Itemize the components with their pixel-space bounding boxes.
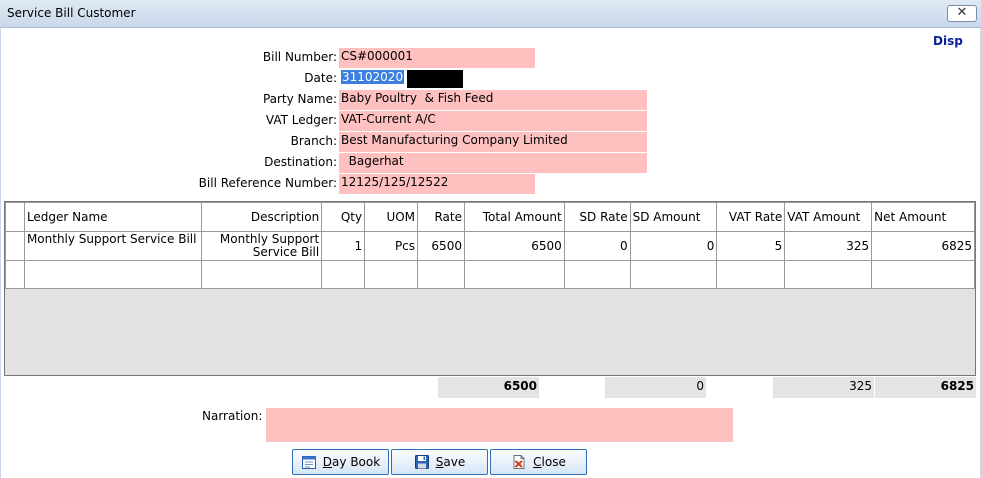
empty-cell[interactable] bbox=[784, 260, 873, 289]
row-header-cell[interactable] bbox=[5, 260, 25, 289]
empty-cell[interactable] bbox=[364, 260, 419, 289]
empty-cell[interactable] bbox=[871, 260, 975, 289]
row-header-cell bbox=[5, 202, 25, 232]
destination-field[interactable]: Bagerhat bbox=[339, 153, 647, 173]
save-label: Save bbox=[435, 455, 466, 469]
row-header-cell[interactable] bbox=[5, 231, 25, 261]
col-rate[interactable]: Rate bbox=[417, 202, 465, 232]
cell-sd-amount[interactable]: 0 bbox=[629, 231, 718, 261]
empty-cell[interactable] bbox=[629, 260, 718, 289]
col-net-amount[interactable]: Net Amount bbox=[871, 202, 975, 232]
close-button[interactable]: Close bbox=[490, 449, 587, 475]
empty-cell[interactable] bbox=[563, 260, 631, 289]
empty-cell[interactable] bbox=[417, 260, 465, 289]
table-row-empty[interactable] bbox=[5, 260, 975, 289]
window-close-button[interactable]: ✕ bbox=[947, 5, 977, 22]
col-ledger-name[interactable]: Ledger Name bbox=[23, 202, 203, 232]
branch-field[interactable]: Best Manufacturing Company Limited bbox=[339, 132, 647, 152]
cell-rate[interactable]: 6500 bbox=[417, 231, 465, 261]
window-title: Service Bill Customer bbox=[7, 6, 136, 20]
col-vat-rate[interactable]: VAT Rate bbox=[716, 202, 786, 232]
net-amount-sum: 6825 bbox=[875, 377, 976, 398]
empty-cell[interactable] bbox=[321, 260, 366, 289]
bill-reference-field[interactable]: 12125/125/12522 bbox=[339, 174, 535, 194]
bill-number-label: Bill Number: bbox=[262, 50, 337, 64]
date-picker-area[interactable] bbox=[407, 70, 463, 88]
cell-net-amount[interactable]: 6825 bbox=[871, 231, 975, 261]
vat-ledger-label: VAT Ledger: bbox=[265, 113, 337, 127]
date-label: Date: bbox=[304, 71, 337, 85]
cell-vat-amount[interactable]: 325 bbox=[784, 231, 873, 261]
col-total-amount[interactable]: Total Amount bbox=[463, 202, 565, 232]
vat-amount-sum: 325 bbox=[773, 377, 874, 398]
narration-field[interactable] bbox=[266, 408, 733, 442]
branch-label: Branch: bbox=[290, 134, 337, 148]
day-book-label: Day Book bbox=[322, 455, 381, 469]
total-amount-sum: 6500 bbox=[438, 377, 539, 398]
col-qty[interactable]: Qty bbox=[321, 202, 366, 232]
sd-amount-sum: 0 bbox=[605, 377, 706, 398]
disp-label: Disp bbox=[933, 34, 963, 48]
narration-label: Narration: bbox=[202, 409, 263, 423]
empty-cell[interactable] bbox=[463, 260, 565, 289]
bill-items-grid[interactable]: Ledger Name Description Qty UOM Rate Tot… bbox=[4, 201, 976, 376]
empty-cell[interactable] bbox=[716, 260, 786, 289]
close-document-icon bbox=[511, 454, 527, 470]
cell-uom[interactable]: Pcs bbox=[364, 231, 419, 261]
day-book-button[interactable]: Day Book bbox=[292, 449, 389, 475]
close-label: Close bbox=[533, 455, 566, 469]
destination-label: Destination: bbox=[264, 155, 337, 169]
col-description[interactable]: Description bbox=[201, 202, 323, 232]
bill-reference-label: Bill Reference Number: bbox=[198, 176, 337, 190]
bill-number-field[interactable]: CS#000001 bbox=[339, 48, 535, 68]
date-field[interactable]: 31102020 bbox=[339, 69, 407, 89]
col-vat-amount[interactable]: VAT Amount bbox=[784, 202, 873, 232]
date-selected-text: 31102020 bbox=[341, 70, 405, 84]
cell-sd-rate[interactable]: 0 bbox=[563, 231, 631, 261]
cell-vat-rate[interactable]: 5 bbox=[716, 231, 786, 261]
cell-description[interactable]: Monthly Support Service Bill bbox=[201, 231, 323, 261]
vat-ledger-field[interactable]: VAT-Current A/C bbox=[339, 111, 647, 131]
grid-header-row: Ledger Name Description Qty UOM Rate Tot… bbox=[5, 202, 975, 232]
floppy-disk-icon bbox=[414, 454, 430, 470]
col-uom[interactable]: UOM bbox=[364, 202, 419, 232]
cell-total-amount[interactable]: 6500 bbox=[463, 231, 565, 261]
calendar-icon bbox=[301, 454, 317, 470]
empty-cell[interactable] bbox=[23, 260, 203, 289]
save-button[interactable]: Save bbox=[391, 449, 488, 475]
col-sd-rate[interactable]: SD Rate bbox=[563, 202, 631, 232]
empty-cell[interactable] bbox=[201, 260, 323, 289]
cell-qty[interactable]: 1 bbox=[321, 231, 366, 261]
party-name-field[interactable]: Baby Poultry & Fish Feed bbox=[339, 90, 647, 110]
cell-ledger-name[interactable]: Monthly Support Service Bill bbox=[23, 231, 203, 261]
title-bar: Service Bill Customer ✕ bbox=[0, 0, 981, 28]
table-row[interactable]: Monthly Support Service Bill Monthly Sup… bbox=[5, 231, 975, 261]
party-name-label: Party Name: bbox=[262, 92, 337, 106]
col-sd-amount[interactable]: SD Amount bbox=[629, 202, 718, 232]
